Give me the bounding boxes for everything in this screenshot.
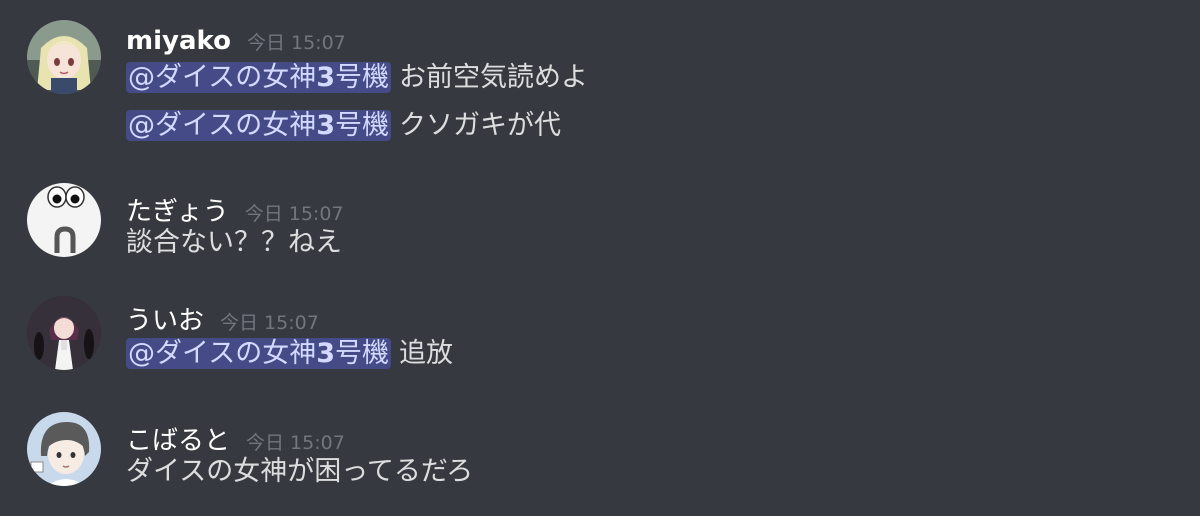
user-mention[interactable]: @ダイスの女神3号機	[126, 110, 391, 141]
message-text: 談合ない？？ねえ	[126, 227, 342, 258]
message-text: 追放	[399, 338, 453, 369]
avatar-image	[27, 20, 101, 94]
username[interactable]: miyako	[126, 26, 231, 56]
user-mention[interactable]: @ダイスの女神3号機	[126, 338, 391, 369]
timestamp: 今日 15:07	[246, 432, 345, 454]
message-line: @ダイスの女神3号機 クソガキが代	[126, 108, 561, 144]
avatar[interactable]	[27, 183, 101, 257]
message-line: ダイスの女神が困ってるだろ	[126, 454, 473, 490]
avatar-image	[27, 183, 101, 257]
message-text: ダイスの女神が困ってるだろ	[126, 456, 474, 487]
message-line: 談合ない？？ねえ	[126, 225, 342, 261]
chat-messages: miyako 今日 15:07 @ダイスの女神3号機 お前空気読めよ @ダイスの女…	[0, 0, 1200, 516]
message-line: @ダイスの女神3号機 お前空気読めよ	[126, 60, 588, 96]
avatar-image	[27, 412, 101, 486]
message-header: こばると 今日 15:07	[126, 420, 345, 457]
user-mention[interactable]: @ダイスの女神3号機	[126, 62, 391, 93]
avatar[interactable]	[27, 20, 101, 94]
message-line: @ダイスの女神3号機 追放	[126, 336, 453, 372]
message-text: お前空気読めよ	[399, 62, 588, 93]
message-header: たぎょう 今日 15:07	[126, 191, 344, 228]
message-header: ういお 今日 15:07	[126, 300, 319, 337]
message-header: miyako 今日 15:07	[126, 26, 346, 56]
username[interactable]: ういお	[126, 300, 204, 337]
timestamp: 今日 15:07	[244, 203, 344, 225]
username[interactable]: たぎょう	[126, 191, 229, 228]
avatar-image	[27, 296, 101, 370]
username[interactable]: こばると	[126, 420, 230, 457]
timestamp: 今日 15:07	[220, 312, 319, 334]
timestamp: 今日 15:07	[246, 32, 346, 54]
avatar[interactable]	[27, 412, 101, 486]
message-text: クソガキが代	[399, 110, 561, 141]
avatar[interactable]	[27, 296, 101, 370]
